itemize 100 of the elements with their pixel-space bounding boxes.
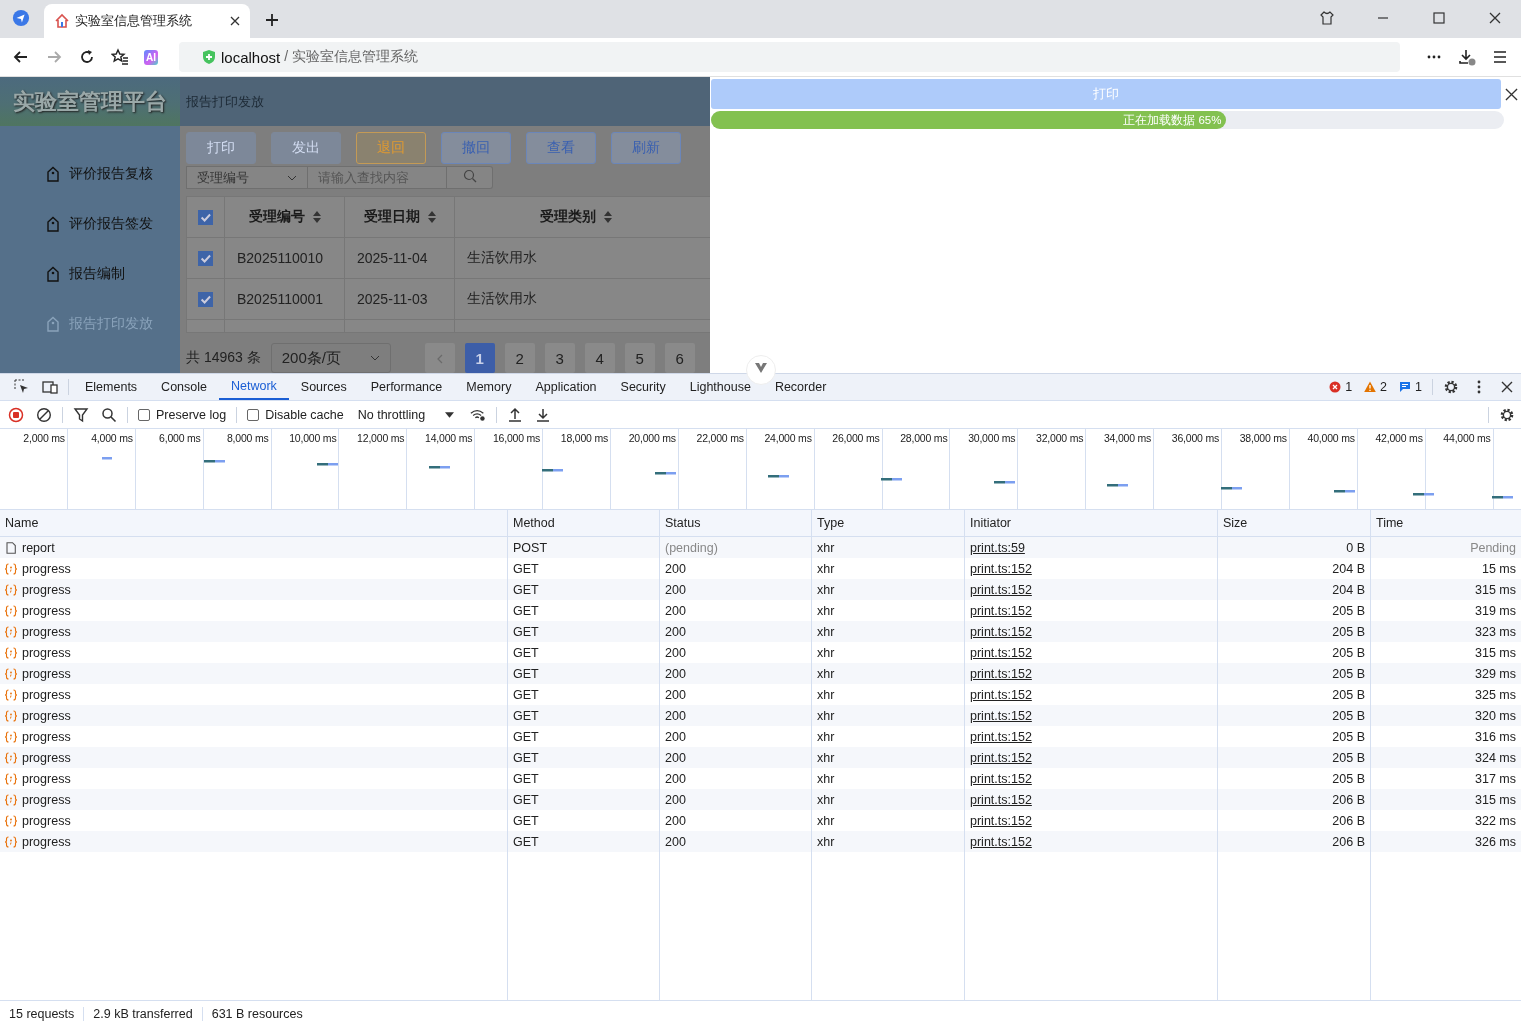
column-header[interactable]: Status — [660, 510, 812, 536]
checkbox[interactable] — [198, 250, 213, 266]
initiator-link[interactable]: print.ts:152 — [970, 624, 1032, 639]
devtools-tab[interactable]: Recorder — [762, 374, 839, 400]
disable-cache-checkbox[interactable]: Disable cache — [247, 407, 344, 422]
column-header[interactable]: Method — [508, 510, 660, 536]
shirt-icon[interactable] — [1319, 10, 1335, 26]
initiator-link[interactable]: print.ts:152 — [970, 834, 1032, 849]
stop-recording-icon[interactable] — [8, 406, 24, 423]
request-name[interactable]: progress — [22, 624, 71, 639]
time-tick: 22,000 ms — [696, 432, 744, 446]
sidebar-item[interactable]: 报告编制 — [0, 249, 180, 299]
reload-icon[interactable] — [78, 48, 96, 66]
request-name[interactable]: progress — [22, 813, 71, 828]
page-button[interactable]: 6 — [664, 343, 695, 373]
clear-icon[interactable] — [36, 406, 52, 423]
devtools-tab[interactable]: Console — [149, 374, 219, 400]
page-button[interactable]: 1 — [464, 343, 495, 373]
sidebar-item[interactable]: 评价报告复核 — [0, 149, 180, 199]
request-name[interactable]: progress — [22, 750, 71, 765]
download-icon[interactable] — [1458, 48, 1476, 66]
request-name[interactable]: progress — [22, 561, 71, 576]
request-name[interactable]: progress — [22, 582, 71, 597]
star-list-icon[interactable] — [111, 48, 129, 66]
settings-icon[interactable] — [1499, 406, 1515, 423]
initiator-link[interactable]: print.ts:59 — [970, 540, 1025, 555]
devtools-tab[interactable]: Application — [523, 374, 609, 400]
devtools-tab[interactable]: Elements — [73, 374, 150, 400]
upload-icon[interactable] — [507, 406, 524, 423]
field-select[interactable]: 受理编号 — [186, 166, 308, 189]
warnings-button[interactable]: 2 — [1358, 380, 1394, 394]
request-name[interactable]: progress — [22, 603, 71, 618]
progress-label: 正在加载数据 65% — [1123, 112, 1223, 128]
initiator-link[interactable]: print.ts:152 — [970, 666, 1032, 681]
braces-icon — [5, 772, 17, 785]
initiator-link[interactable]: print.ts:152 — [970, 729, 1032, 744]
page-button[interactable]: 4 — [584, 343, 615, 373]
page-button[interactable]: 5 — [624, 343, 655, 373]
messages-button[interactable]: 1 — [1393, 380, 1428, 394]
request-name[interactable]: progress — [22, 771, 71, 786]
sidebar-item[interactable]: 评价报告签发 — [0, 199, 180, 249]
address-field[interactable]: localhost / 实验室信息管理系统 — [179, 42, 1400, 72]
close-icon[interactable] — [1505, 87, 1518, 101]
initiator-link[interactable]: print.ts:152 — [970, 771, 1032, 786]
close-icon[interactable] — [1487, 10, 1503, 26]
request-name[interactable]: progress — [22, 792, 71, 807]
inspect-icon[interactable] — [14, 379, 30, 395]
initiator-link[interactable]: print.ts:152 — [970, 645, 1032, 660]
preserve-log-checkbox[interactable]: Preserve log — [138, 407, 227, 422]
initiator-link[interactable]: print.ts:152 — [970, 813, 1032, 828]
initiator-link[interactable]: print.ts:152 — [970, 561, 1032, 576]
menu-icon[interactable] — [1491, 48, 1509, 66]
initiator-link[interactable]: print.ts:152 — [970, 687, 1032, 702]
devtools-tab[interactable]: Lighthouse — [677, 374, 763, 400]
browser-tab[interactable]: 实验室信息管理系统 — [44, 4, 250, 38]
column-header[interactable]: Initiator — [965, 510, 1218, 536]
settings-icon[interactable] — [1443, 379, 1459, 395]
request-name[interactable]: progress — [22, 687, 71, 702]
column-header[interactable]: 受理编号 — [248, 208, 305, 226]
column-header[interactable]: Size — [1218, 510, 1371, 536]
devtools-tab[interactable]: Security — [608, 374, 678, 400]
column-header[interactable]: Type — [812, 510, 965, 536]
device-icon[interactable] — [42, 379, 58, 395]
column-header[interactable]: Name — [0, 510, 508, 536]
initiator-link[interactable]: print.ts:152 — [970, 708, 1032, 723]
navigation-icon[interactable] — [12, 9, 30, 27]
column-header[interactable]: 受理类别 — [540, 208, 596, 226]
download-icon[interactable] — [535, 406, 552, 423]
page-button[interactable]: 3 — [544, 343, 575, 373]
initiator-link[interactable]: print.ts:152 — [970, 792, 1032, 807]
close-icon[interactable] — [230, 16, 240, 26]
column-header[interactable]: Time — [1371, 510, 1521, 536]
request-name[interactable]: progress — [22, 666, 71, 681]
page-button[interactable]: 2 — [504, 343, 535, 373]
initiator-link[interactable]: print.ts:152 — [970, 582, 1032, 597]
throttling-select[interactable]: No throttling — [357, 407, 455, 422]
checkbox[interactable] — [198, 209, 213, 225]
request-name[interactable]: progress — [22, 708, 71, 723]
maximize-icon[interactable] — [1431, 10, 1447, 26]
filter-icon[interactable] — [73, 406, 89, 423]
devtools-tab[interactable]: Sources — [288, 374, 359, 400]
initiator-link[interactable]: print.ts:152 — [970, 750, 1032, 765]
sort-icon[interactable] — [312, 211, 321, 223]
request-name[interactable]: progress — [22, 729, 71, 744]
initiator-link[interactable]: print.ts:152 — [970, 603, 1032, 618]
errors-button[interactable]: 1 — [1323, 380, 1359, 394]
devtools-tab[interactable]: Performance — [358, 374, 455, 400]
request-name[interactable]: progress — [22, 645, 71, 660]
request-name[interactable]: progress — [22, 834, 71, 849]
time-tick: 20,000 ms — [628, 432, 676, 446]
checkbox[interactable] — [198, 291, 213, 307]
request-name[interactable]: report — [22, 540, 55, 555]
close-icon[interactable] — [1499, 379, 1515, 395]
column-header[interactable]: 受理日期 — [363, 208, 420, 226]
devtools-tab[interactable]: Memory — [454, 374, 524, 400]
sort-icon[interactable] — [604, 211, 612, 223]
sort-icon[interactable] — [427, 211, 436, 223]
search-icon[interactable] — [101, 406, 117, 423]
new-tab-icon[interactable] — [264, 12, 280, 28]
page-size-select[interactable]: 200条/页 — [270, 343, 391, 373]
